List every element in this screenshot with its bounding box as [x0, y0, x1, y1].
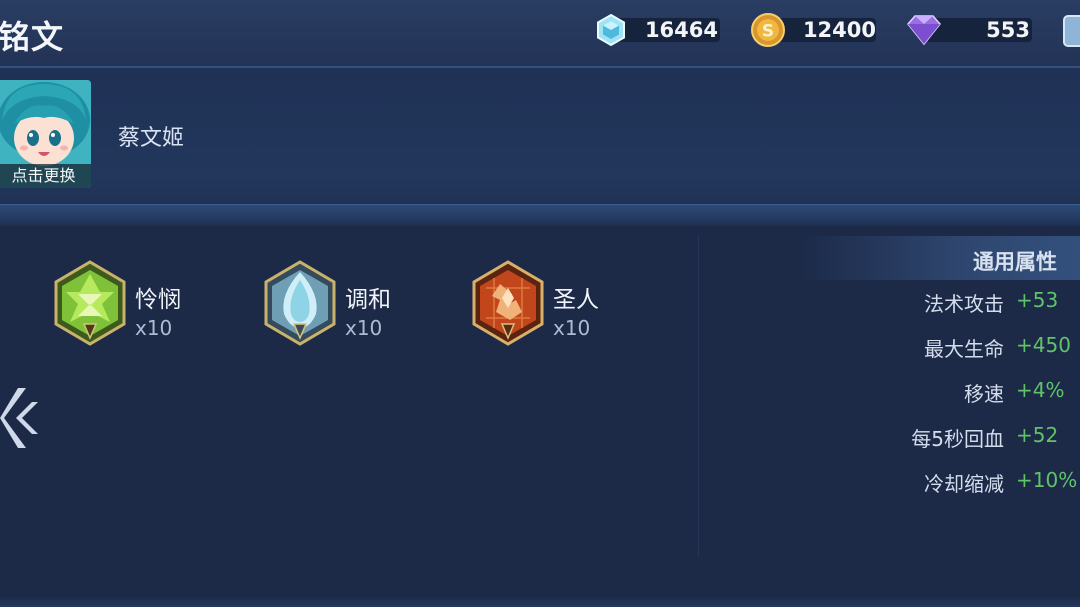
section-divider	[0, 204, 1080, 227]
attribute-header: 通用属性	[799, 236, 1080, 280]
green-rune-icon	[54, 260, 126, 346]
attribute-name: 移速	[964, 382, 1004, 406]
rune-count: x10	[345, 316, 383, 340]
diamond-currency[interactable]: 553	[904, 13, 1032, 47]
attribute-row: 移速 +4%	[699, 378, 1080, 408]
rune-item-blue[interactable]: 调和 x10	[262, 258, 462, 348]
crystal-amount: 16464	[644, 18, 718, 42]
red-rune-icon	[472, 260, 544, 346]
crystal-icon	[597, 13, 625, 47]
ticket-icon[interactable]	[1060, 12, 1080, 50]
attribute-value: +10%	[1016, 468, 1078, 492]
diamond-icon	[907, 15, 941, 46]
rune-name: 调和	[345, 287, 391, 313]
attribute-name: 法术攻击	[924, 292, 1004, 316]
attribute-row: 最大生命 +450	[699, 333, 1080, 363]
gold-amount: 12400	[802, 18, 876, 42]
page-title: 铭文	[0, 18, 65, 56]
gold-currency[interactable]: S 12400	[750, 13, 876, 47]
hero-avatar[interactable]: 点击更换	[0, 80, 91, 188]
rune-count: x10	[135, 316, 173, 340]
attribute-value: +52	[1016, 423, 1059, 447]
change-hero-label[interactable]: 点击更换	[0, 164, 91, 188]
top-bar: 铭文 16464 S 12400 553	[0, 0, 1080, 68]
bottom-strip	[0, 596, 1080, 607]
svg-text:S: S	[762, 22, 774, 42]
rune-item-green[interactable]: 怜悯 x10	[52, 258, 252, 348]
attribute-value: +4%	[1016, 378, 1065, 402]
attribute-row: 每5秒回血 +52	[699, 423, 1080, 453]
back-arrow-icon[interactable]	[0, 382, 40, 454]
attribute-row: 法术攻击 +53	[699, 288, 1080, 318]
rune-count: x10	[553, 316, 591, 340]
attribute-panel: 通用属性 法术攻击 +53 最大生命 +450 移速 +4% 每5秒回血 +52…	[698, 236, 1080, 556]
attribute-name: 每5秒回血	[911, 427, 1004, 451]
rune-item-red[interactable]: 圣人 x10	[470, 258, 670, 348]
hero-name: 蔡文姬	[118, 126, 185, 151]
diamond-amount: 553	[986, 18, 1030, 42]
attribute-name: 最大生命	[924, 337, 1004, 361]
gold-coin-icon: S	[751, 13, 785, 47]
attribute-row: 冷却缩减 +10%	[699, 468, 1080, 498]
rune-name: 圣人	[553, 287, 599, 313]
crystal-currency[interactable]: 16464	[594, 13, 720, 47]
attribute-name: 冷却缩减	[924, 472, 1004, 496]
rune-name: 怜悯	[135, 287, 181, 313]
attribute-value: +450	[1016, 333, 1071, 357]
attribute-title: 通用属性	[973, 250, 1057, 274]
attribute-value: +53	[1016, 288, 1059, 312]
blue-rune-icon	[264, 260, 336, 346]
